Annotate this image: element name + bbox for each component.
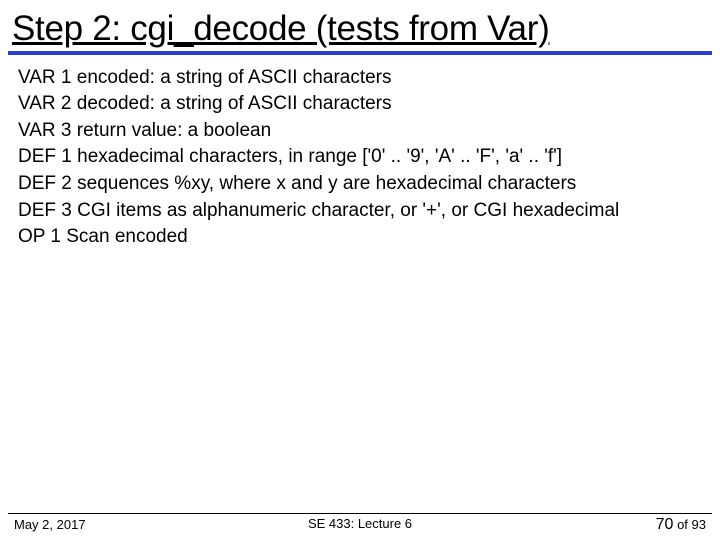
body-line: VAR 2 decoded: a string of ASCII charact… [18,91,702,117]
footer-divider [8,513,712,514]
body-line: VAR 1 encoded: a string of ASCII charact… [18,65,702,91]
body-line: DEF 2 sequences %xy, where x and y are h… [18,171,702,197]
page-current: 70 [656,516,674,533]
slide: Step 2: cgi_decode (tests from Var) VAR … [0,0,720,540]
footer-date: May 2, 2017 [14,517,86,532]
slide-title: Step 2: cgi_decode (tests from Var) [0,0,720,51]
footer-page: 70 of 93 [656,516,706,534]
body-line: DEF 3 CGI items as alphanumeric characte… [18,198,702,224]
page-sep: of [673,517,691,532]
page-total: 93 [692,517,706,532]
slide-body: VAR 1 encoded: a string of ASCII charact… [0,65,720,250]
body-line: DEF 1 hexadecimal characters, in range [… [18,144,702,170]
footer-course: SE 433: Lecture 6 [308,516,412,531]
title-divider [8,51,712,55]
body-line: OP 1 Scan encoded [18,224,702,250]
body-line: VAR 3 return value: a boolean [18,118,702,144]
slide-footer: May 2, 2017 SE 433: Lecture 6 70 of 93 [0,516,720,534]
